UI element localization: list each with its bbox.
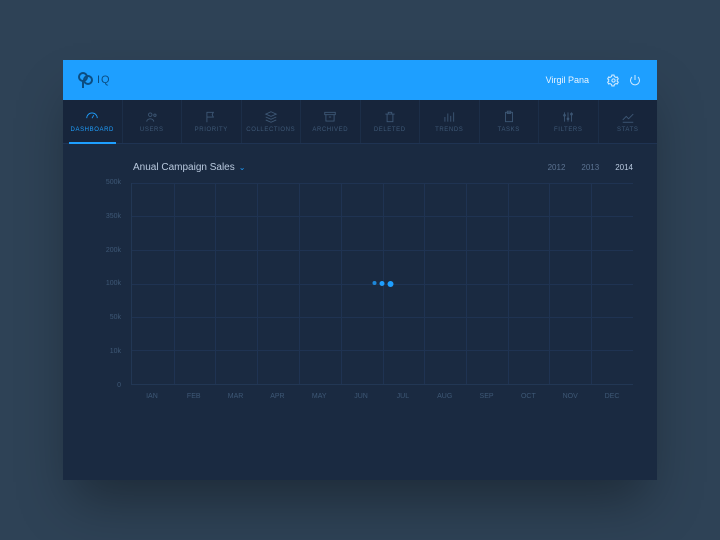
y-axis: 500k 350k 200k 100k 50k 10k 0 [87,179,127,389]
x-tick: SEP [466,393,508,400]
tab-label: USERS [140,127,164,133]
tab-label: DELETED [374,127,406,133]
tab-filters[interactable]: FILTERS [539,100,599,143]
year-option-2013[interactable]: 2013 [581,163,599,172]
tab-label: COLLECTIONS [246,127,295,133]
x-tick: IAN [131,393,173,400]
clipboard-icon [502,110,516,124]
x-tick: APR [256,393,298,400]
x-tick: DEC [591,393,633,400]
tab-label: TASKS [498,127,520,133]
x-tick: JUN [340,393,382,400]
tab-archived[interactable]: ARCHIVED [301,100,361,143]
x-tick: MAY [298,393,340,400]
nav-tabs: DASHBOARD USERS PRIORITY COLLECTIONS ARC… [63,100,657,144]
tab-deleted[interactable]: DELETED [361,100,421,143]
chart-area: 500k 350k 200k 100k 50k 10k 0 [87,179,633,419]
tab-label: STATS [617,127,638,133]
x-axis: IAN FEB MAR APR MAY JUN JUL AUG SEP OCT … [131,393,633,400]
y-tick: 50k [87,314,127,321]
trash-icon [383,110,397,124]
sliders-icon [561,110,575,124]
year-option-2014[interactable]: 2014 [615,163,633,172]
logo-mark-icon [77,71,95,89]
flag-icon [204,110,218,124]
x-tick: OCT [507,393,549,400]
bars-icon [442,110,456,124]
y-tick: 0 [87,382,127,389]
x-tick: AUG [424,393,466,400]
chart-title-dropdown[interactable]: Anual Campaign Sales ⌄ [133,162,245,173]
y-tick: 350k [87,213,127,220]
x-tick: JUL [382,393,424,400]
tab-tasks[interactable]: TASKS [480,100,540,143]
x-tick: NOV [549,393,591,400]
gauge-icon [85,110,99,124]
power-icon[interactable] [627,72,643,88]
tab-trends[interactable]: TRENDS [420,100,480,143]
layers-icon [264,110,278,124]
users-icon [145,110,159,124]
user-name[interactable]: Virgil Pana [546,75,589,85]
tab-label: ARCHIVED [312,127,348,133]
chart-panel: Anual Campaign Sales ⌄ 2012 2013 2014 50… [63,144,657,429]
chart-line-icon [621,110,635,124]
x-tick: FEB [173,393,215,400]
loading-indicator [372,281,393,287]
y-tick: 500k [87,179,127,186]
tab-stats[interactable]: STATS [599,100,658,143]
archive-icon [323,110,337,124]
x-tick: MAR [215,393,257,400]
y-tick: 10k [87,348,127,355]
tab-label: TRENDS [435,127,463,133]
tab-dashboard[interactable]: DASHBOARD [63,100,123,143]
tab-label: FILTERS [554,127,582,133]
tab-label: PRIORITY [195,127,228,133]
year-selector: 2012 2013 2014 [548,163,633,172]
brand-name: IQ [97,74,111,86]
app-window: IQ Virgil Pana DASHBOARD USERS PRIORITY … [63,60,657,480]
y-tick: 100k [87,280,127,287]
chart-title-text: Anual Campaign Sales [133,162,235,173]
tab-label: DASHBOARD [71,127,114,133]
brand-logo[interactable]: IQ [77,71,111,89]
settings-icon[interactable] [605,72,621,88]
tab-collections[interactable]: COLLECTIONS [242,100,302,143]
y-tick: 200k [87,247,127,254]
tab-users[interactable]: USERS [123,100,183,143]
plot-grid [131,183,633,385]
chevron-down-icon: ⌄ [239,163,246,172]
topbar: IQ Virgil Pana [63,60,657,100]
year-option-2012[interactable]: 2012 [548,163,566,172]
tab-priority[interactable]: PRIORITY [182,100,242,143]
chart-header: Anual Campaign Sales ⌄ 2012 2013 2014 [133,162,633,173]
